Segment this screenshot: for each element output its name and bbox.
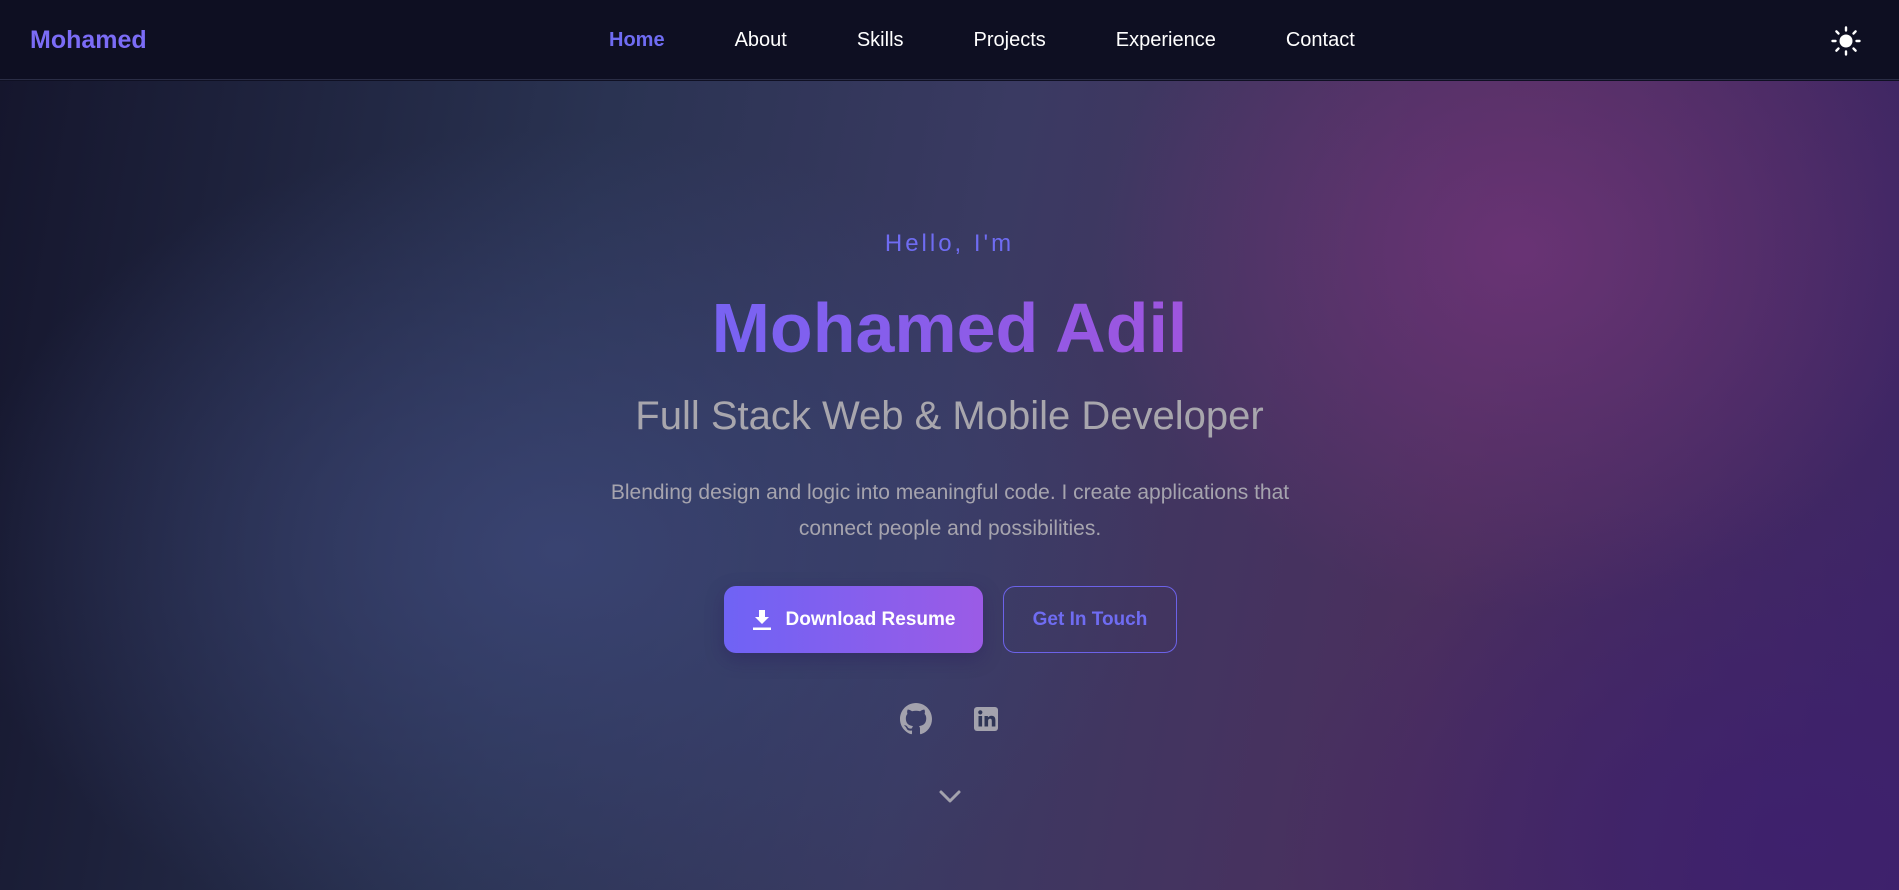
github-link[interactable]: [900, 703, 932, 735]
nav-link-contact[interactable]: Contact: [1286, 28, 1355, 54]
download-resume-button[interactable]: Download Resume: [724, 586, 983, 653]
theme-toggle-button[interactable]: [1830, 25, 1862, 57]
hero-section: Hello, I'm Mohamed Adil Full Stack Web &…: [0, 81, 1899, 890]
hero-name-text: Mohamed Adil: [711, 289, 1188, 367]
github-icon: [900, 703, 932, 735]
navbar: Mohamed Home About Skills Projects Exper…: [0, 0, 1899, 80]
nav-link-projects[interactable]: Projects: [974, 28, 1046, 54]
scroll-down-button[interactable]: [936, 786, 964, 806]
linkedin-icon: [974, 707, 998, 731]
get-in-touch-button[interactable]: Get In Touch: [1003, 586, 1177, 653]
nav-links: Home About Skills Projects Experience Co…: [609, 28, 1425, 54]
download-resume-label: Download Resume: [785, 608, 956, 630]
linkedin-link[interactable]: [970, 703, 1002, 735]
hero-name: Mohamed Adil: [0, 286, 1899, 370]
hero-greeting: Hello, I'm: [884, 230, 1015, 257]
sun-icon: [1831, 26, 1861, 56]
download-icon: [752, 609, 771, 630]
nav-link-experience[interactable]: Experience: [1116, 28, 1216, 54]
nav-link-home[interactable]: Home: [609, 28, 665, 54]
nav-link-skills[interactable]: Skills: [857, 28, 904, 54]
nav-link-about[interactable]: About: [735, 28, 787, 54]
hero-role: Full Stack Web & Mobile Developer: [635, 394, 1264, 438]
hero-description: Blending design and logic into meaningfu…: [610, 481, 1290, 540]
chevron-down-icon: [939, 790, 961, 803]
brand-logo[interactable]: Mohamed: [30, 25, 147, 55]
